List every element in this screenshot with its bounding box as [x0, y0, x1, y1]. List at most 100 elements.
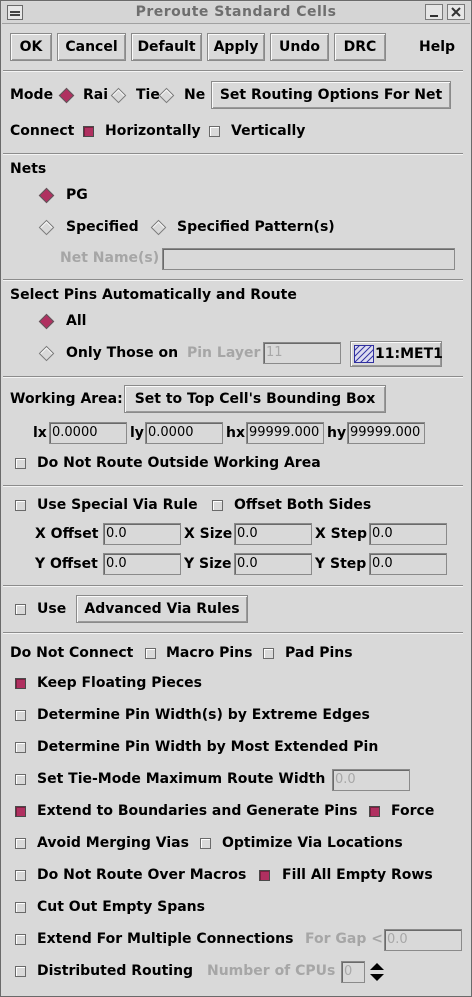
force-label: Force — [391, 803, 435, 819]
lx-input[interactable]: 0.0000 — [49, 422, 127, 444]
vertically-checkbox[interactable] — [209, 126, 220, 137]
no-route-macros-label: Do Not Route Over Macros — [37, 867, 247, 883]
y-offset-label: Y Offset — [35, 556, 98, 572]
force-checkbox[interactable] — [369, 806, 380, 817]
help-button[interactable]: Help — [419, 39, 455, 55]
num-cpus-label: Number of CPUs — [207, 963, 336, 979]
pin-layer-label: Pin Layer — [187, 345, 261, 361]
separator — [3, 632, 463, 634]
macro-pins-checkbox[interactable] — [145, 648, 156, 659]
tie-mode-width-label: Set Tie-Mode Maximum Route Width — [37, 771, 326, 787]
select-pins-label: Select Pins Automatically and Route — [10, 287, 297, 303]
extend-boundaries-checkbox[interactable] — [15, 806, 26, 817]
y-offset-input[interactable]: 0.0 — [103, 553, 181, 575]
y-size-input[interactable]: 0.0 — [234, 553, 312, 575]
undo-button[interactable]: Undo — [270, 33, 329, 61]
tie-mode-width-input[interactable]: 0.0 — [332, 769, 410, 791]
fill-empty-rows-checkbox[interactable] — [259, 870, 270, 881]
minimize-icon[interactable] — [425, 4, 443, 20]
y-step-label: Y Step — [315, 556, 367, 572]
nets-pg-label: PG — [66, 187, 88, 203]
pins-only-those-label: Only Those on — [66, 345, 179, 361]
mode-label: Mode — [10, 87, 54, 103]
y-step-input[interactable]: 0.0 — [369, 553, 447, 575]
default-button[interactable]: Default — [131, 33, 202, 61]
pins-all-label: All — [66, 313, 87, 329]
spinner-arrows-icon — [370, 963, 384, 981]
macro-pins-label: Macro Pins — [166, 645, 253, 661]
num-cpus-input[interactable]: 0 — [341, 961, 365, 983]
advanced-via-rules-button[interactable]: Advanced Via Rules — [76, 595, 248, 623]
no-route-outside-checkbox[interactable] — [15, 458, 26, 469]
y-size-label: Y Size — [184, 556, 232, 572]
avoid-merging-label: Avoid Merging Vias — [37, 835, 189, 851]
nets-specified-label: Specified — [66, 219, 139, 235]
ok-button[interactable]: OK — [10, 33, 52, 61]
optimize-via-checkbox[interactable] — [200, 838, 211, 849]
separator — [3, 376, 463, 378]
tie-mode-width-checkbox[interactable] — [15, 774, 26, 785]
extend-multiple-checkbox[interactable] — [15, 934, 26, 945]
no-route-outside-label: Do Not Route Outside Working Area — [37, 455, 321, 471]
keep-floating-label: Keep Floating Pieces — [37, 675, 202, 691]
pin-width-extended-label: Determine Pin Width by Most Extended Pin — [37, 739, 379, 755]
avoid-merging-checkbox[interactable] — [15, 838, 26, 849]
ly-input[interactable]: 0.0000 — [145, 422, 223, 444]
hatch-pattern-icon — [354, 345, 374, 363]
mode-net-label: Ne — [184, 87, 206, 103]
x-step-label: X Step — [315, 526, 367, 542]
pin-width-extended-checkbox[interactable] — [15, 742, 26, 753]
layer-select-label: 11:MET1 — [375, 346, 443, 362]
set-bounding-box-button[interactable]: Set to Top Cell's Bounding Box — [124, 385, 386, 413]
separator — [3, 585, 463, 587]
x-offset-label: X Offset — [35, 526, 99, 542]
title-bar[interactable]: Preroute Standard Cells — [2, 2, 470, 24]
separator — [3, 153, 463, 155]
use-special-via-checkbox[interactable] — [15, 500, 26, 511]
separator — [3, 485, 463, 487]
pad-pins-checkbox[interactable] — [263, 648, 274, 659]
lx-label: lx — [33, 425, 47, 441]
extend-boundaries-label: Extend to Boundaries and Generate Pins — [37, 803, 358, 819]
horizontally-checkbox[interactable] — [83, 126, 94, 137]
close-icon[interactable] — [447, 4, 465, 20]
drc-button[interactable]: DRC — [334, 33, 386, 61]
keep-floating-checkbox[interactable] — [15, 678, 26, 689]
mode-tie-label: Tie — [136, 87, 160, 103]
horizontally-label: Horizontally — [105, 123, 201, 139]
use-special-via-label: Use Special Via Rule — [37, 497, 198, 513]
nets-label: Nets — [10, 161, 47, 177]
connect-label: Connect — [10, 123, 75, 139]
hx-label: hx — [226, 425, 245, 441]
num-cpus-spinner[interactable] — [367, 960, 387, 984]
hy-input[interactable]: 99999.000 — [347, 422, 425, 444]
use-advanced-label: Use — [37, 601, 67, 617]
vertically-label: Vertically — [231, 123, 306, 139]
pin-layer-input[interactable]: 11 — [263, 342, 341, 364]
net-names-input[interactable] — [162, 248, 455, 270]
apply-button[interactable]: Apply — [207, 33, 265, 61]
distributed-routing-label: Distributed Routing — [37, 963, 194, 979]
no-route-macros-checkbox[interactable] — [15, 870, 26, 881]
hx-input[interactable]: 99999.000 — [246, 422, 324, 444]
for-gap-input[interactable]: 0.0 — [384, 929, 462, 951]
pin-width-extreme-checkbox[interactable] — [15, 710, 26, 721]
pin-width-extreme-label: Determine Pin Width(s) by Extreme Edges — [37, 707, 370, 723]
cut-out-spans-checkbox[interactable] — [15, 902, 26, 913]
set-routing-options-button[interactable]: Set Routing Options For Net — [211, 81, 451, 109]
offset-both-sides-checkbox[interactable] — [212, 500, 223, 511]
layer-select-button[interactable]: 11:MET1 — [350, 341, 443, 367]
net-names-label: Net Name(s) — [60, 250, 160, 266]
use-advanced-checkbox[interactable] — [15, 604, 26, 615]
pad-pins-label: Pad Pins — [285, 645, 353, 661]
x-size-label: X Size — [184, 526, 233, 542]
working-area-label: Working Area: — [10, 391, 123, 407]
x-offset-input[interactable]: 0.0 — [103, 523, 181, 545]
cancel-button[interactable]: Cancel — [57, 33, 126, 61]
offset-both-sides-label: Offset Both Sides — [234, 497, 372, 513]
ly-label: ly — [130, 425, 144, 441]
x-step-input[interactable]: 0.0 — [369, 523, 447, 545]
distributed-routing-checkbox[interactable] — [15, 966, 26, 977]
hy-label: hy — [327, 425, 347, 441]
x-size-input[interactable]: 0.0 — [234, 523, 312, 545]
